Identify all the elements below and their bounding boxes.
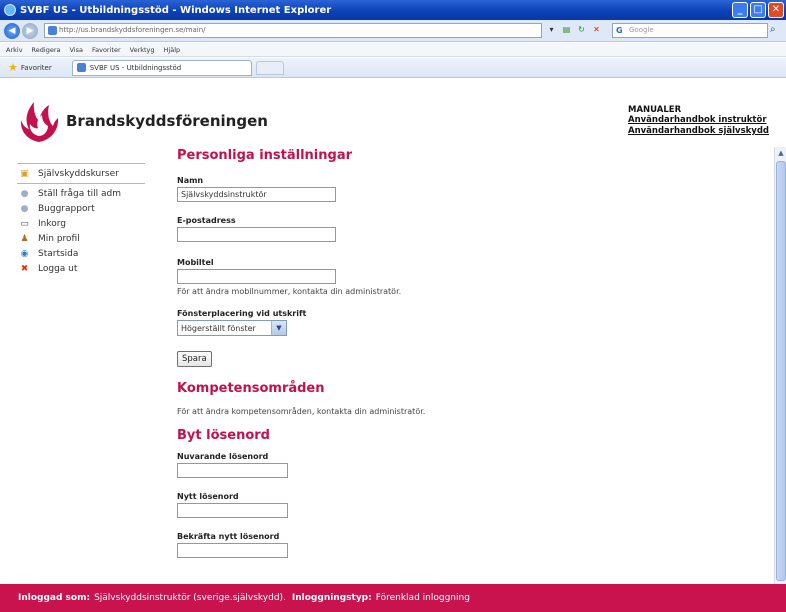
sidebar-item-label: Logga ut — [38, 263, 78, 274]
tab-title: SVBF US - Utbildningsstöd — [89, 63, 182, 72]
chevron-down-icon[interactable]: ▼ — [271, 321, 286, 335]
new-password-label: Nytt lösenord — [177, 492, 239, 501]
menu-file[interactable]: Arkiv — [6, 46, 23, 54]
email-label: E-postadress — [177, 216, 236, 225]
sidebar-item-label: Självskyddskurser — [38, 168, 119, 179]
browser-tab[interactable]: SVBF US - Utbildningsstöd — [71, 59, 252, 76]
sidebar-item-profile[interactable]: ♟ Min profil — [13, 231, 145, 246]
compatibility-icon[interactable]: ▤ — [561, 24, 572, 35]
menu-tools[interactable]: Verktyg — [130, 46, 155, 54]
current-password-label: Nuvarande lösenord — [177, 452, 269, 461]
forward-button[interactable]: ▶ — [22, 22, 38, 39]
sidebar-item-inbox[interactable]: ▭ Inkorg — [13, 216, 145, 231]
name-label: Namn — [177, 176, 204, 185]
page-content: Brandskyddsföreningen MANUALER Användarh… — [0, 79, 786, 584]
sidebar-item-label: Startsida — [38, 248, 79, 259]
page-icon — [48, 26, 57, 35]
sidebar-item-label: Inkorg — [38, 218, 67, 229]
menu-help[interactable]: Hjälp — [164, 46, 181, 54]
sidebar-item-label: Min profil — [38, 233, 80, 244]
print-position-select[interactable]: Högerställt fönster ▼ — [177, 320, 287, 336]
url-input[interactable]: http://us.brandskyddsforeningen.se/main/ — [44, 23, 542, 38]
sidebar-item-home[interactable]: ◉ Startsida — [13, 246, 145, 261]
minimize-button[interactable]: _ — [732, 2, 748, 18]
name-field[interactable] — [177, 187, 336, 202]
stop-icon[interactable]: ✕ — [591, 24, 602, 35]
sidebar-item-logout[interactable]: ✖ Logga ut — [13, 261, 145, 276]
close-button[interactable]: ✕ — [768, 2, 784, 18]
pin-icon: ● — [20, 203, 29, 214]
address-bar: ◀ ▶ http://us.brandskyddsforeningen.se/m… — [0, 20, 786, 42]
new-password-field[interactable] — [177, 503, 288, 518]
window-titlebar: SVBF US - Utbildningsstöd - Windows Inte… — [0, 0, 786, 20]
sidebar-item-label: Buggrapport — [38, 203, 95, 214]
favorites-bar: ★ Favoriter SVBF US - Utbildningsstöd — [0, 58, 786, 78]
current-password-field[interactable] — [177, 463, 288, 478]
logout-x-icon: ✖ — [20, 263, 29, 274]
sidebar: ▣ Självskyddskurser ● Ställ fråga till a… — [13, 163, 145, 276]
settings-heading: Personliga inställningar — [177, 148, 352, 163]
refresh-icon[interactable]: ↻ — [576, 24, 587, 35]
competence-heading: Kompetensområden — [177, 381, 325, 396]
scroll-up-icon[interactable]: ▲ — [775, 147, 786, 159]
folder-icon: ▣ — [20, 168, 29, 179]
search-placeholder: Google — [629, 26, 654, 34]
menu-bar: Arkiv Redigera Visa Favoriter Verktyg Hj… — [0, 43, 786, 57]
url-text: http://us.brandskyddsforeningen.se/main/ — [59, 26, 206, 34]
sidebar-item-bug-report[interactable]: ● Buggrapport — [13, 201, 145, 216]
google-icon: G — [616, 26, 623, 35]
favorites-button[interactable]: Favoriter — [21, 64, 52, 72]
vertical-scrollbar[interactable]: ▲ — [774, 147, 786, 584]
sidebar-item-ask-admin[interactable]: ● Ställ fråga till adm — [13, 186, 145, 201]
print-position-label: Fönsterplacering vid utskrift — [177, 309, 307, 318]
mobile-label: Mobiltel — [177, 258, 214, 267]
menu-favorites[interactable]: Favoriter — [92, 46, 121, 54]
flame-logo-icon — [20, 102, 59, 142]
save-button[interactable]: Spara — [177, 351, 212, 367]
back-button[interactable]: ◀ — [4, 22, 20, 39]
logged-in-value: Självskyddsinstruktör (sverige.självskyd… — [94, 593, 286, 603]
password-heading: Byt lösenord — [177, 428, 270, 443]
login-status-bar: Inloggad som: Självskyddsinstruktör (sve… — [0, 584, 786, 612]
tab-page-icon — [76, 63, 86, 72]
email-field[interactable] — [177, 227, 336, 242]
competence-help-text: För att ändra kompetensområden, kontakta… — [177, 407, 426, 416]
search-icon[interactable]: ⌕ — [770, 24, 776, 35]
window-controls: _ □ ✕ — [732, 2, 784, 18]
brand-name: Brandskyddsföreningen — [66, 112, 268, 130]
brand-logo[interactable]: Brandskyddsföreningen — [14, 96, 268, 146]
manuals-title: MANUALER — [628, 105, 682, 115]
login-type-label: Inloggningstyp: — [291, 593, 372, 603]
login-type-value: Förenklad inloggning — [375, 593, 470, 603]
maximize-button[interactable]: □ — [750, 2, 766, 18]
sidebar-item-label: Ställ fråga till adm — [38, 188, 121, 199]
main-content: Personliga inställningar Namn E-postadre… — [177, 148, 767, 558]
scrollbar-thumb[interactable] — [776, 161, 786, 581]
menu-view[interactable]: Visa — [69, 46, 82, 54]
user-icon: ♟ — [20, 233, 29, 244]
pin-icon: ● — [20, 188, 29, 199]
favorites-star-icon: ★ — [8, 61, 18, 74]
menu-edit[interactable]: Redigera — [32, 46, 61, 54]
mobile-field[interactable] — [177, 269, 336, 284]
search-input[interactable]: G Google — [612, 23, 768, 38]
new-tab-button[interactable] — [255, 60, 284, 75]
print-position-value: Högerställt fönster — [181, 323, 256, 333]
globe-icon: ◉ — [20, 248, 29, 259]
manual-link-selfprotection[interactable]: Användarhandbok självskydd — [628, 126, 769, 137]
inbox-icon: ▭ — [20, 218, 29, 229]
logged-in-label: Inloggad som: — [18, 593, 91, 603]
ie-icon — [4, 4, 16, 16]
confirm-password-label: Bekräfta nytt lösenord — [177, 532, 280, 541]
address-tools: ▾ ▤ ↻ ✕ — [546, 24, 602, 35]
confirm-password-field[interactable] — [177, 543, 288, 558]
manuals-box: MANUALER Användarhandbok instruktör Anvä… — [628, 105, 769, 137]
mobile-help-text: För att ändra mobilnummer, kontakta din … — [177, 287, 402, 296]
dropdown-arrow-icon[interactable]: ▾ — [546, 24, 557, 35]
window-title: SVBF US - Utbildningsstöd - Windows Inte… — [20, 4, 332, 16]
sidebar-item-selfprotection-courses[interactable]: ▣ Självskyddskurser — [13, 166, 145, 181]
manual-link-instructor[interactable]: Användarhandbok instruktör — [628, 115, 769, 126]
